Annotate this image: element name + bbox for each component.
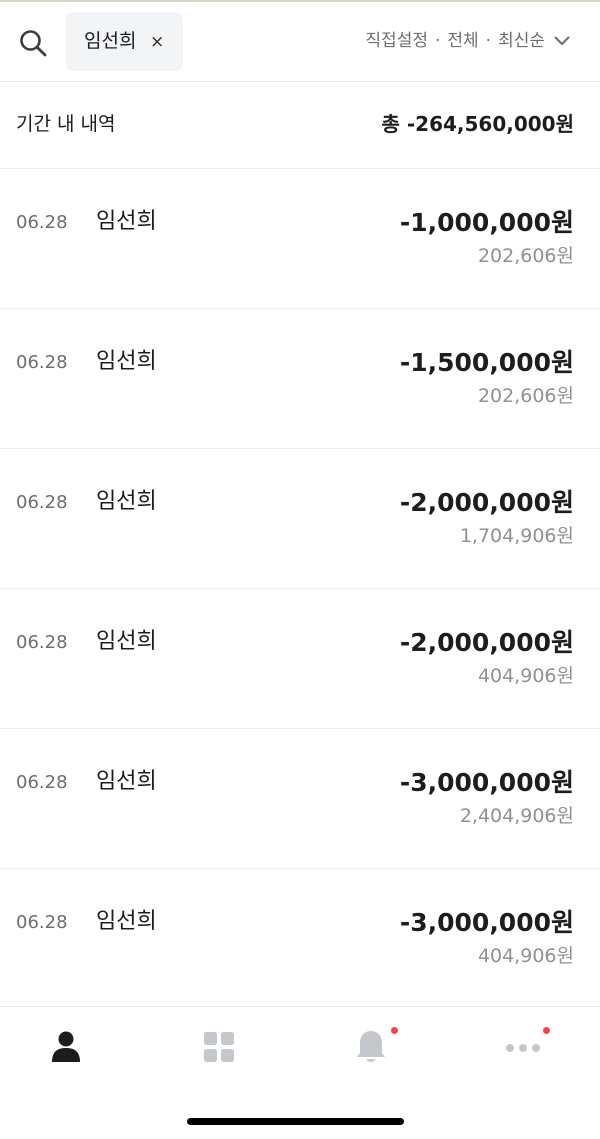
filter-chip[interactable]: 임선희 ×	[66, 12, 183, 71]
notification-badge	[543, 1027, 550, 1034]
filter-separator: ·	[485, 31, 492, 51]
filter-dropdown[interactable]: 직접설정 · 전체 · 최신순	[365, 30, 570, 52]
transaction-name: 임선희	[96, 909, 157, 934]
transaction-date: 06.28	[16, 912, 68, 933]
chevron-down-icon	[554, 36, 570, 45]
summary-total: 총 -264,560,000원	[381, 112, 574, 136]
transaction-amount: -1,500,000원	[399, 348, 574, 377]
summary-label: 기간 내 내역	[16, 113, 116, 135]
transaction-name: 임선희	[96, 209, 157, 234]
header-bar: 임선희 × 직접설정 · 전체 · 최신순	[0, 2, 600, 82]
filter-order: 최신순	[498, 31, 545, 51]
transaction-list: 06.28 임선희 -1,000,000원 202,606원 06.28 임선희…	[0, 169, 600, 1009]
transaction-amount: -3,000,000원	[399, 908, 574, 937]
more-icon[interactable]	[503, 1027, 543, 1067]
transaction-balance: 2,404,906원	[459, 805, 574, 827]
grid-icon[interactable]	[199, 1027, 239, 1067]
transaction-date: 06.28	[16, 772, 68, 793]
filter-chip-label: 임선희	[84, 30, 137, 52]
person-icon[interactable]	[46, 1027, 86, 1067]
transaction-amount: -2,000,000원	[399, 488, 574, 517]
transaction-balance: 1,704,906원	[459, 525, 574, 547]
transaction-name: 임선희	[96, 629, 157, 654]
transaction-amount: -1,000,000원	[399, 208, 574, 237]
transaction-row[interactable]: 06.28 임선희 -2,000,000원 1,704,906원	[0, 449, 600, 589]
transaction-balance: 202,606원	[477, 245, 574, 267]
transaction-row[interactable]: 06.28 임선희 -2,000,000원 404,906원	[0, 589, 600, 729]
transaction-balance: 202,606원	[477, 385, 574, 407]
transaction-amount: -2,000,000원	[399, 628, 574, 657]
transaction-amount: -3,000,000원	[399, 768, 574, 797]
period-summary: 기간 내 내역 총 -264,560,000원	[0, 82, 600, 169]
close-icon[interactable]: ×	[150, 32, 164, 52]
transaction-row[interactable]: 06.28 임선희 -1,000,000원 202,606원	[0, 169, 600, 309]
transaction-date: 06.28	[16, 632, 68, 653]
transaction-name: 임선희	[96, 489, 157, 514]
transaction-row[interactable]: 06.28 임선희 -3,000,000원 2,404,906원	[0, 729, 600, 869]
transaction-balance: 404,906원	[477, 945, 574, 967]
transaction-name: 임선희	[96, 769, 157, 794]
transaction-balance: 404,906원	[477, 665, 574, 687]
transaction-row[interactable]: 06.28 임선희 -3,000,000원 404,906원	[0, 869, 600, 1009]
filter-type: 전체	[447, 31, 479, 51]
filter-separator: ·	[434, 31, 441, 51]
transaction-date: 06.28	[16, 352, 68, 373]
transaction-name: 임선희	[96, 349, 157, 374]
transaction-date: 06.28	[16, 212, 68, 233]
transaction-date: 06.28	[16, 492, 68, 513]
notification-badge	[391, 1027, 398, 1034]
search-icon[interactable]	[18, 28, 48, 58]
home-indicator	[187, 1118, 404, 1125]
bell-icon[interactable]	[351, 1027, 391, 1067]
transaction-row[interactable]: 06.28 임선희 -1,500,000원 202,606원	[0, 309, 600, 449]
filter-period: 직접설정	[365, 31, 428, 51]
